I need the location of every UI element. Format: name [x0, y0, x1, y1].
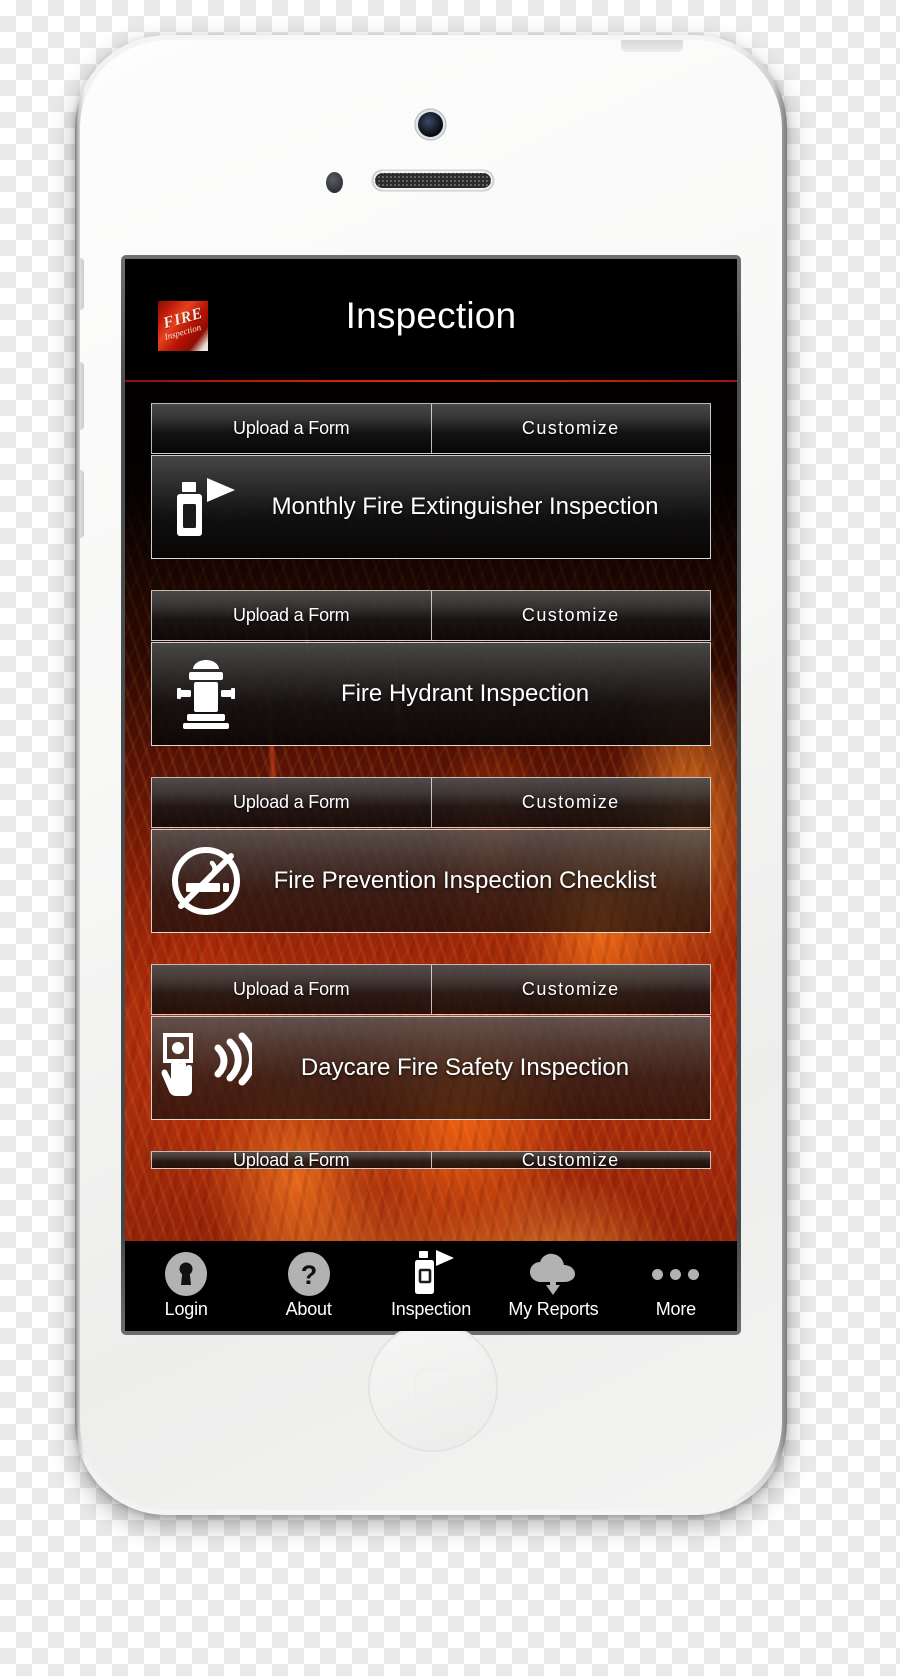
tab-label: Login — [164, 1299, 208, 1319]
volume-up-button[interactable] — [80, 362, 84, 430]
form-action-row: Upload a Form Customize — [151, 777, 711, 828]
upload-a-form-button[interactable]: Upload a Form — [151, 777, 431, 828]
form-action-row: Upload a Form Customize — [151, 1151, 711, 1169]
upload-a-form-button[interactable]: Upload a Form — [151, 403, 431, 454]
volume-down-button[interactable] — [80, 470, 84, 538]
cloud-download-icon — [526, 1252, 580, 1296]
phone-screen: FIRE Inspection Inspection Upload a Form… — [125, 259, 737, 1331]
form-group: Upload a Form Customize — [125, 590, 737, 746]
fire-extinguisher-icon — [406, 1250, 456, 1296]
upload-a-form-button[interactable]: Upload a Form — [151, 964, 431, 1015]
form-action-row: Upload a Form Customize — [151, 590, 711, 641]
proximity-sensor — [326, 172, 343, 193]
form-title: Daycare Fire Safety Inspection — [300, 1054, 630, 1081]
fire-hydrant-icon — [152, 657, 260, 731]
tab-label: My Reports — [508, 1299, 599, 1319]
page-title: Inspection — [345, 295, 517, 336]
customize-button[interactable]: Customize — [430, 1151, 711, 1169]
upload-a-form-button[interactable]: Upload a Form — [151, 590, 431, 641]
customize-button[interactable]: Customize — [430, 403, 711, 454]
tab-my-reports[interactable]: My Reports — [492, 1241, 614, 1331]
tab-inspection[interactable]: Inspection — [370, 1241, 492, 1331]
form-list[interactable]: Upload a Form Customize Monthly Fire Ext… — [125, 383, 737, 1241]
upload-a-form-button[interactable]: Upload a Form — [151, 1151, 431, 1169]
lock-icon — [163, 1252, 209, 1296]
customize-button[interactable]: Customize — [430, 777, 711, 828]
header-divider — [125, 380, 737, 382]
home-button-square — [413, 1367, 453, 1407]
form-title: Fire Prevention Inspection Checklist — [273, 867, 657, 894]
ellipsis-icon — [652, 1252, 700, 1296]
app-header: FIRE Inspection Inspection — [125, 259, 737, 381]
form-card[interactable]: Fire Prevention Inspection Checklist — [151, 829, 711, 933]
form-action-row: Upload a Form Customize — [151, 964, 711, 1015]
form-group: Upload a Form Customize — [125, 777, 737, 933]
tab-login[interactable]: Login — [125, 1241, 247, 1331]
ellipsis-dot — [670, 1268, 682, 1280]
svg-text:?: ? — [300, 1260, 317, 1290]
home-button[interactable] — [368, 1322, 498, 1452]
no-smoking-icon — [152, 843, 260, 919]
tab-about[interactable]: ? About — [247, 1241, 369, 1331]
form-card[interactable]: Monthly Fire Extinguisher Inspection — [151, 455, 711, 559]
form-card[interactable]: Daycare Fire Safety Inspection — [151, 1016, 711, 1120]
question-mark-icon: ? — [286, 1252, 332, 1296]
ellipsis-dot — [688, 1268, 700, 1280]
silent-switch[interactable] — [80, 258, 84, 310]
customize-button[interactable]: Customize — [430, 590, 711, 641]
form-group: Upload a Form Customize — [125, 403, 737, 559]
form-action-row: Upload a Form Customize — [151, 403, 711, 454]
front-camera — [418, 112, 443, 137]
screen-bezel: FIRE Inspection Inspection Upload a Form… — [121, 255, 741, 1335]
fire-alarm-pull-icon — [152, 1032, 260, 1104]
phone-frame: FIRE Inspection Inspection Upload a Form… — [75, 35, 787, 1515]
ellipsis-dot — [652, 1268, 664, 1280]
phone-body: FIRE Inspection Inspection Upload a Form… — [80, 40, 782, 1510]
form-group: Upload a Form Customize — [125, 964, 737, 1120]
fire-extinguisher-icon — [152, 474, 260, 540]
form-title: Fire Hydrant Inspection — [340, 680, 590, 707]
form-title: Monthly Fire Extinguisher Inspection — [271, 493, 659, 520]
form-card[interactable]: Fire Hydrant Inspection — [151, 642, 711, 746]
tab-label: More — [655, 1299, 696, 1319]
power-button[interactable] — [621, 40, 683, 52]
earpiece-speaker — [373, 171, 493, 190]
tab-label: Inspection — [390, 1299, 472, 1319]
tab-more[interactable]: More — [615, 1241, 737, 1331]
tab-label: About — [285, 1299, 332, 1319]
customize-button[interactable]: Customize — [430, 964, 711, 1015]
tab-bar: Login ? About Inspection My Reports More — [125, 1241, 737, 1331]
form-group: Upload a Form Customize — [125, 1151, 737, 1169]
